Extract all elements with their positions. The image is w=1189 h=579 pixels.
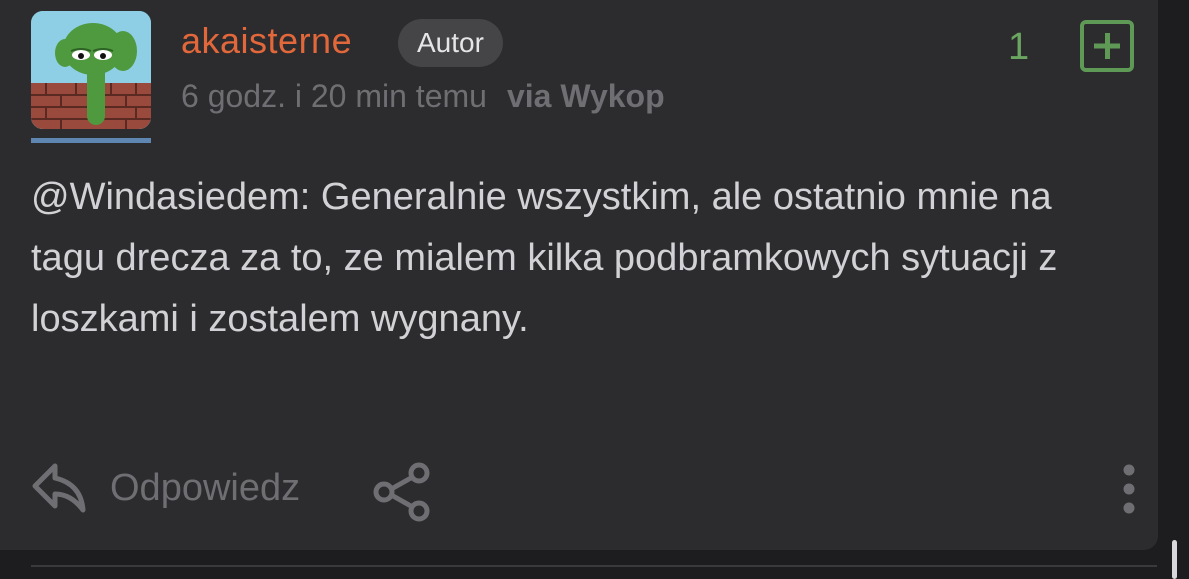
more-options-button[interactable]: [1119, 463, 1139, 522]
upvote-button[interactable]: [1080, 20, 1134, 72]
share-icon: [373, 462, 430, 522]
reply-button[interactable]: [31, 460, 91, 521]
vote-count: 1: [1008, 26, 1030, 68]
author-name[interactable]: akaisterne: [181, 20, 352, 62]
comment-card: akaisterne Autor 6 godz. i 20 min temu vi…: [0, 0, 1158, 550]
post-time[interactable]: 6 godz. i 20 min temu: [181, 78, 487, 114]
scrollbar[interactable]: [1172, 540, 1177, 579]
avatar[interactable]: [31, 11, 151, 129]
avatar-underline: [31, 138, 151, 143]
share-button[interactable]: [372, 462, 434, 527]
plus-square-icon: [1094, 33, 1120, 59]
author-badge: Autor: [398, 19, 503, 67]
avatar-image: [31, 11, 151, 129]
divider: [31, 565, 1157, 567]
comment-body: @Windasiedem: Generalnie wszystkim, ale …: [31, 176, 1058, 340]
reply-label[interactable]: Odpowiedz: [110, 467, 300, 510]
reply-icon: [32, 463, 86, 513]
post-source: via Wykop: [506, 78, 665, 114]
post-meta: 6 godz. i 20 min temu via Wykop: [181, 78, 665, 115]
more-vertical-icon: [1123, 464, 1135, 514]
